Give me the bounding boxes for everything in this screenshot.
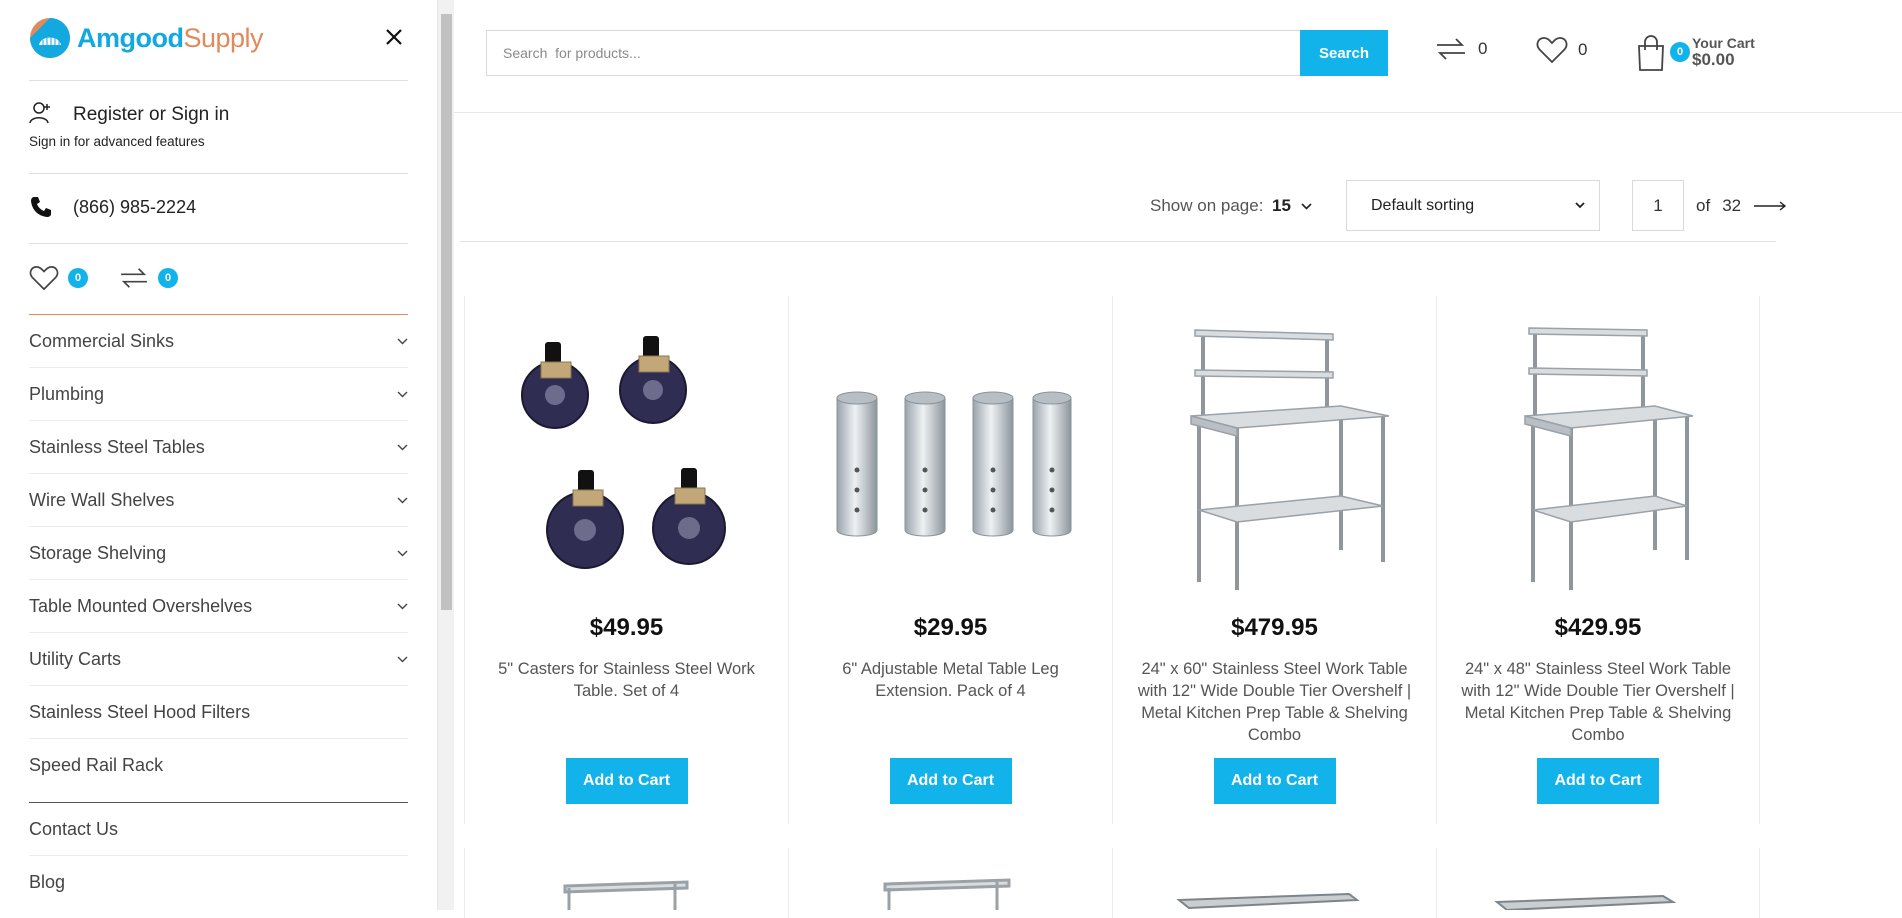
menu-item-wire-wall-shelves[interactable]: Wire Wall Shelves — [29, 474, 408, 527]
chevron-down-icon — [1301, 202, 1312, 210]
search-input[interactable] — [486, 30, 1300, 76]
heart-icon[interactable] — [29, 265, 59, 291]
product-price: $429.95 — [1554, 614, 1642, 641]
menu-item-stainless-steel-hood-filters[interactable]: Stainless Steel Hood Filters — [29, 686, 408, 739]
wishlist-badge: 0 — [68, 268, 88, 288]
menu-item-table-mounted-overshelves[interactable]: Table Mounted Overshelves — [29, 580, 408, 633]
add-to-cart-button[interactable]: Add to Cart — [565, 758, 688, 804]
chevron-down-icon[interactable] — [397, 444, 408, 451]
user-add-icon — [29, 102, 50, 124]
product-image[interactable] — [1151, 320, 1399, 590]
product-name[interactable]: 6" Adjustable Metal Table Leg Extension.… — [813, 658, 1088, 702]
phone-number[interactable]: (866) 985-2224 — [73, 197, 196, 218]
menu-item-contact-us[interactable]: Contact Us — [29, 803, 408, 856]
product-grid: $49.95 5" Casters for Stainless Steel Wo… — [464, 296, 1760, 824]
product-image[interactable] — [1113, 848, 1433, 910]
pagination: 1 of 32 — [1632, 180, 1787, 231]
product-image[interactable] — [1475, 320, 1723, 590]
product-card — [1436, 848, 1760, 918]
chevron-down-icon[interactable] — [397, 550, 408, 557]
product-price: $479.95 — [1231, 614, 1318, 641]
product-image[interactable] — [1437, 848, 1757, 912]
sidepanel-scrollbar[interactable] — [437, 0, 454, 910]
mobile-side-menu: AmgoodSupply Register or Sign in Sign in… — [0, 0, 437, 910]
cart-badge: 0 — [1670, 42, 1690, 62]
product-card — [464, 848, 788, 918]
chevron-down-icon[interactable] — [397, 497, 408, 504]
product-card — [788, 848, 1112, 918]
product-price: $29.95 — [913, 614, 988, 641]
product-image[interactable] — [789, 848, 1109, 910]
page-total: 32 — [1722, 195, 1742, 215]
add-to-cart-button[interactable]: Add to Cart — [1213, 758, 1336, 804]
compare-count: 0 — [1478, 39, 1488, 58]
compare-icon[interactable] — [118, 266, 150, 290]
heart-icon — [1536, 37, 1568, 64]
logo-text: AmgoodSupply — [77, 22, 264, 53]
chevron-down-icon[interactable] — [397, 338, 408, 345]
chevron-down-icon[interactable] — [397, 603, 408, 610]
product-price: $49.95 — [589, 614, 664, 641]
shopping-bag-icon — [1638, 35, 1664, 71]
signin-subtitle: Sign in for advanced features — [29, 134, 205, 149]
phone-icon — [31, 197, 51, 217]
product-name[interactable]: 24" x 60" Stainless Steel Work Table wit… — [1137, 658, 1412, 746]
add-to-cart-button[interactable]: Add to Cart — [889, 758, 1012, 804]
cart-link[interactable]: 0 Your Cart $0.00 — [1636, 34, 1755, 72]
register-signin-link[interactable]: Register or Sign in — [73, 104, 229, 126]
wishlist-count: 0 — [1578, 40, 1588, 59]
compare-link[interactable]: 0 — [1434, 36, 1487, 62]
product-card — [1112, 848, 1436, 918]
secondary-menu: Contact Us Blog — [29, 802, 408, 909]
menu-item-storage-shelving[interactable]: Storage Shelving — [29, 527, 408, 580]
page-number-input[interactable]: 1 — [1632, 180, 1684, 231]
product-card: $429.95 24" x 48" Stainless Steel Work T… — [1436, 296, 1760, 824]
product-grid-row-2 — [464, 848, 1760, 918]
product-card: $49.95 5" Casters for Stainless Steel Wo… — [464, 296, 788, 824]
compare-icon — [1437, 38, 1465, 60]
divider — [29, 243, 408, 244]
scrollbar-thumb[interactable] — [441, 14, 452, 610]
divider — [29, 173, 408, 174]
cart-total: $0.00 — [1692, 50, 1735, 70]
menu-item-commercial-sinks[interactable]: Commercial Sinks — [29, 315, 408, 368]
show-on-page-select[interactable]: 15 — [1272, 196, 1312, 216]
product-image[interactable] — [503, 320, 751, 590]
chevron-down-icon[interactable] — [397, 656, 408, 663]
search-bar: Search — [486, 30, 1388, 76]
page-of-label: of — [1696, 195, 1711, 215]
menu-item-plumbing[interactable]: Plumbing — [29, 368, 408, 421]
category-menu: Commercial Sinks Plumbing Stainless Stee… — [29, 315, 408, 792]
menu-item-speed-rail-rack[interactable]: Speed Rail Rack — [29, 739, 408, 792]
product-card: $29.95 6" Adjustable Metal Table Leg Ext… — [788, 296, 1112, 824]
show-on-page-value: 15 — [1272, 196, 1291, 215]
menu-item-stainless-steel-tables[interactable]: Stainless Steel Tables — [29, 421, 408, 474]
sort-select[interactable]: Default sorting — [1346, 180, 1600, 231]
logo-icon — [30, 18, 70, 58]
wishlist-link[interactable]: 0 — [1536, 36, 1587, 64]
site-logo[interactable]: AmgoodSupply — [29, 17, 264, 59]
chevron-down-icon[interactable] — [397, 391, 408, 398]
show-on-page-label: Show on page: — [1150, 196, 1264, 215]
product-image[interactable] — [827, 320, 1075, 590]
divider — [29, 80, 408, 81]
chevron-down-icon — [1575, 202, 1585, 209]
cart-label: Your Cart — [1692, 34, 1755, 51]
menu-item-blog[interactable]: Blog — [29, 856, 408, 909]
close-icon[interactable] — [383, 26, 405, 48]
search-button[interactable]: Search — [1300, 30, 1388, 76]
product-image[interactable] — [465, 848, 785, 910]
compare-badge: 0 — [158, 268, 178, 288]
product-card: $479.95 24" x 60" Stainless Steel Work T… — [1112, 296, 1436, 824]
product-name[interactable]: 24" x 48" Stainless Steel Work Table wit… — [1461, 658, 1735, 746]
menu-item-utility-carts[interactable]: Utility Carts — [29, 633, 408, 686]
arrow-right-icon[interactable] — [1753, 200, 1787, 211]
listing-toolbar: Show on page: 15 Default sorting 1 of 32 — [460, 180, 1787, 242]
sort-value: Default sorting — [1371, 196, 1475, 214]
add-to-cart-button[interactable]: Add to Cart — [1537, 758, 1659, 804]
product-name[interactable]: 5" Casters for Stainless Steel Work Tabl… — [489, 658, 764, 702]
